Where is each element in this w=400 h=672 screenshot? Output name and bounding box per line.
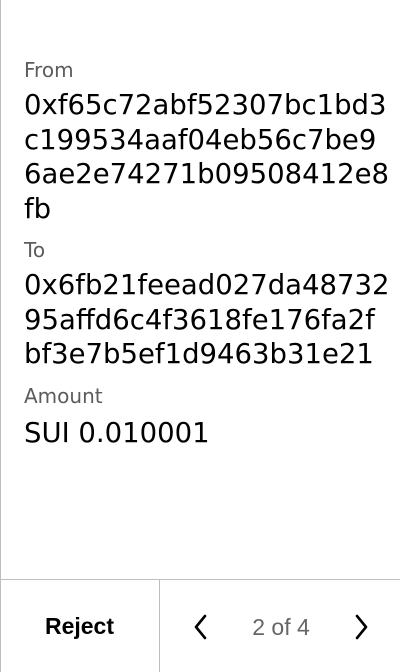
to-address: 0x6fb21feead027da4873295affd6c4f3618fe17… bbox=[24, 269, 390, 370]
chevron-right-icon bbox=[355, 614, 368, 640]
page-indicator: 2 of 4 bbox=[252, 613, 310, 640]
from-address: 0xf65c72abf52307bc1bd3c199534aaf04eb56c7… bbox=[24, 89, 390, 225]
amount-value: SUI 0.010001 bbox=[24, 416, 210, 449]
to-label: To bbox=[24, 238, 46, 262]
next-page-button[interactable] bbox=[341, 607, 381, 647]
amount-label: Amount bbox=[24, 383, 103, 408]
footer-bar: Reject 2 of 4 bbox=[0, 579, 400, 672]
reject-button[interactable]: Reject bbox=[0, 580, 160, 672]
pager: 2 of 4 bbox=[161, 580, 400, 672]
from-label: From bbox=[24, 58, 74, 82]
chevron-left-icon bbox=[194, 614, 207, 640]
transaction-details: From 0xf65c72abf52307bc1bd3c199534aaf04e… bbox=[24, 56, 390, 450]
left-border bbox=[0, 0, 1, 672]
previous-page-button[interactable] bbox=[181, 607, 221, 647]
